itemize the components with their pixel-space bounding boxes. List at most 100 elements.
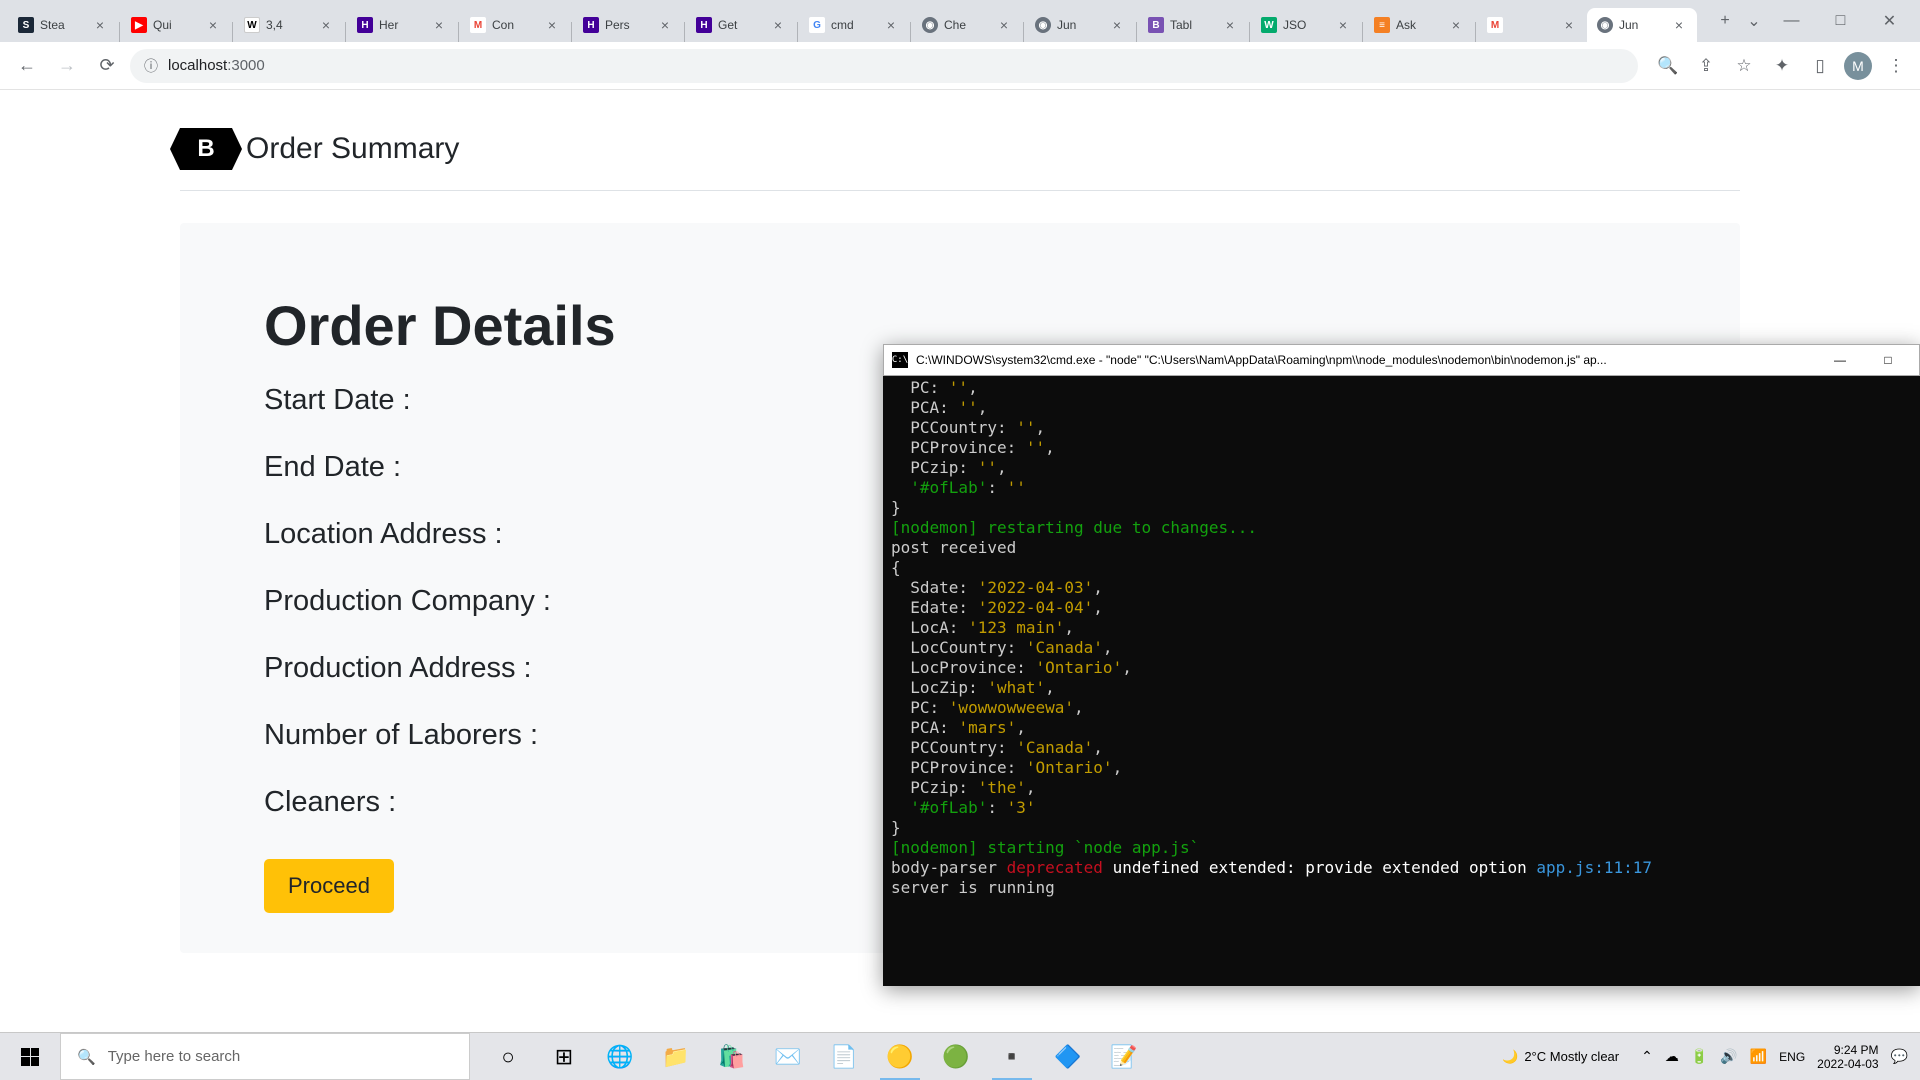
cmd-window[interactable]: C:\ C:\WINDOWS\system32\cmd.exe - "node"… xyxy=(883,344,1920,986)
zoom-icon[interactable]: 🔍 xyxy=(1654,52,1682,80)
terminal-line: { xyxy=(891,558,1912,578)
proceed-button[interactable]: Proceed xyxy=(264,859,394,913)
tab-close-icon[interactable]: × xyxy=(1335,17,1351,33)
tab-title: Her xyxy=(379,18,427,32)
tab-close-icon[interactable]: × xyxy=(205,17,221,33)
tab-close-icon[interactable]: × xyxy=(1671,17,1687,33)
window-minimize-icon[interactable]: — xyxy=(1769,6,1814,36)
nav-reload-icon[interactable]: ⟳ xyxy=(90,49,124,83)
terminal-line: '#ofLab': '3' xyxy=(891,798,1912,818)
notifications-icon[interactable]: 💬 xyxy=(1891,1048,1908,1065)
browser-tab[interactable]: ◉Jun× xyxy=(1587,8,1697,42)
terminal-icon[interactable]: ▪️ xyxy=(984,1033,1040,1080)
extensions-icon[interactable]: ✦ xyxy=(1768,52,1796,80)
browser-tab[interactable]: WJSO× xyxy=(1251,8,1361,42)
terminal-line: PC: 'wowwowweewa', xyxy=(891,698,1912,718)
url-bar[interactable]: ⓘ localhost:3000 xyxy=(130,49,1638,83)
terminal-line: } xyxy=(891,498,1912,518)
tray-chevron-icon[interactable]: ⌃ xyxy=(1641,1048,1653,1065)
tab-favicon-icon: M xyxy=(1487,17,1503,33)
chrome-icon[interactable]: 🟡 xyxy=(872,1033,928,1080)
app-diamond-icon[interactable]: 🔷 xyxy=(1040,1033,1096,1080)
tab-close-icon[interactable]: × xyxy=(92,17,108,33)
tab-close-icon[interactable]: × xyxy=(318,17,334,33)
tab-close-icon[interactable]: × xyxy=(883,17,899,33)
tab-close-icon[interactable]: × xyxy=(431,17,447,33)
browser-tab[interactable]: HPers× xyxy=(573,8,683,42)
browser-tab[interactable]: ◉Jun× xyxy=(1025,8,1135,42)
browser-tab[interactable]: ◉Che× xyxy=(912,8,1022,42)
tab-divider xyxy=(232,22,233,42)
terminal-line: post received xyxy=(891,538,1912,558)
window-maximize-icon[interactable]: □ xyxy=(1818,6,1863,36)
weather-widget[interactable]: 🌙 2°C Mostly clear xyxy=(1502,1049,1619,1065)
site-info-icon[interactable]: ⓘ xyxy=(144,56,158,76)
tab-divider xyxy=(1249,22,1250,42)
bookmark-icon[interactable]: ☆ xyxy=(1730,52,1758,80)
task-view-icon[interactable]: ⊞ xyxy=(536,1033,592,1080)
tab-close-icon[interactable]: × xyxy=(657,17,673,33)
terminal-line: Sdate: '2022-04-03', xyxy=(891,578,1912,598)
browser-tab[interactable]: MCon× xyxy=(460,8,570,42)
new-tab-button[interactable]: + xyxy=(1711,7,1739,35)
tab-close-icon[interactable]: × xyxy=(1448,17,1464,33)
browser-tab[interactable]: ▶Qui× xyxy=(121,8,231,42)
browser-tab[interactable]: ≡Ask× xyxy=(1364,8,1474,42)
browser-tab[interactable]: SStea× xyxy=(8,8,118,42)
tray-wifi-icon[interactable]: 📶 xyxy=(1750,1048,1767,1065)
notepad-icon[interactable]: 📝 xyxy=(1096,1033,1152,1080)
terminal-line: PCA: '', xyxy=(891,398,1912,418)
cortana-icon[interactable]: ○ xyxy=(480,1033,536,1080)
tab-favicon-icon: ◉ xyxy=(1597,17,1613,33)
side-panel-icon[interactable]: ▯ xyxy=(1806,52,1834,80)
tray-battery-icon[interactable]: 🔋 xyxy=(1691,1048,1708,1065)
tabs-dropdown-icon[interactable]: ⌄ xyxy=(1739,6,1769,36)
ms-store-icon[interactable]: 🛍️ xyxy=(704,1033,760,1080)
kebab-menu-icon[interactable]: ⋮ xyxy=(1882,52,1910,80)
taskbar-search[interactable]: 🔍 Type here to search xyxy=(60,1033,470,1080)
cmd-minimize-icon[interactable]: — xyxy=(1817,346,1863,374)
terminal-line: Edate: '2022-04-04', xyxy=(891,598,1912,618)
browser-tab[interactable]: HGet× xyxy=(686,8,796,42)
cmd-maximize-icon[interactable]: □ xyxy=(1865,346,1911,374)
nav-back-icon[interactable]: ← xyxy=(10,49,44,83)
app-green-icon[interactable]: 🟢 xyxy=(928,1033,984,1080)
share-icon[interactable]: ⇪ xyxy=(1692,52,1720,80)
tray-volume-icon[interactable]: 🔊 xyxy=(1720,1048,1737,1065)
weather-moon-icon: 🌙 xyxy=(1502,1049,1518,1065)
cmd-titlebar[interactable]: C:\ C:\WINDOWS\system32\cmd.exe - "node"… xyxy=(883,344,1920,376)
tray-language[interactable]: ENG xyxy=(1779,1050,1805,1064)
browser-tab[interactable]: M× xyxy=(1477,8,1587,42)
tab-favicon-icon: ≡ xyxy=(1374,17,1390,33)
tab-close-icon[interactable]: × xyxy=(1561,17,1577,33)
browser-tab[interactable]: W3,4× xyxy=(234,8,344,42)
url-text: localhost:3000 xyxy=(168,57,265,74)
tray-onedrive-icon[interactable]: ☁ xyxy=(1665,1048,1679,1065)
file-explorer-icon[interactable]: 📁 xyxy=(648,1033,704,1080)
mail-icon[interactable]: ✉️ xyxy=(760,1033,816,1080)
terminal-line: LocA: '123 main', xyxy=(891,618,1912,638)
tab-favicon-icon: ◉ xyxy=(1035,17,1051,33)
profile-avatar[interactable]: M xyxy=(1844,52,1872,80)
browser-tab[interactable]: BTabl× xyxy=(1138,8,1248,42)
terminal-line: LocProvince: 'Ontario', xyxy=(891,658,1912,678)
tab-close-icon[interactable]: × xyxy=(1109,17,1125,33)
browser-tab[interactable]: HHer× xyxy=(347,8,457,42)
word-icon[interactable]: 📄 xyxy=(816,1033,872,1080)
browser-tab[interactable]: Gcmd× xyxy=(799,8,909,42)
tab-close-icon[interactable]: × xyxy=(996,17,1012,33)
cmd-body[interactable]: PC: '', PCA: '', PCCountry: '', PCProvin… xyxy=(883,376,1920,900)
search-icon: 🔍 xyxy=(77,1048,96,1066)
taskbar-clock[interactable]: 9:24 PM 2022-04-03 xyxy=(1817,1043,1878,1071)
window-close-icon[interactable]: ✕ xyxy=(1867,6,1912,36)
tabs-container: SStea×▶Qui×W3,4×HHer×MCon×HPers×HGet×Gcm… xyxy=(8,0,1705,42)
tab-title: Stea xyxy=(40,18,88,32)
tab-close-icon[interactable]: × xyxy=(1222,17,1238,33)
tab-close-icon[interactable]: × xyxy=(544,17,560,33)
edge-icon[interactable]: 🌐 xyxy=(592,1033,648,1080)
terminal-line: PCCountry: 'Canada', xyxy=(891,738,1912,758)
nav-forward-icon[interactable]: → xyxy=(50,49,84,83)
start-button[interactable] xyxy=(0,1033,60,1080)
terminal-line: PCCountry: '', xyxy=(891,418,1912,438)
tab-close-icon[interactable]: × xyxy=(770,17,786,33)
